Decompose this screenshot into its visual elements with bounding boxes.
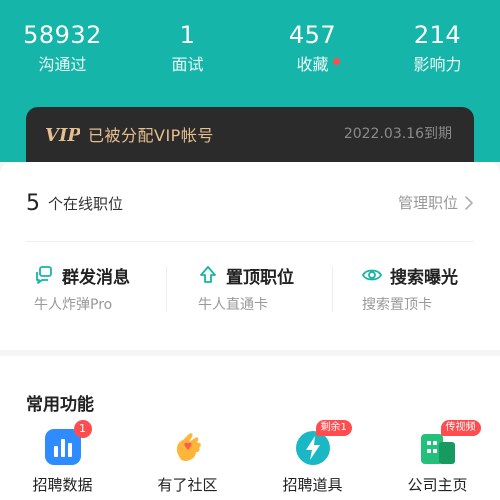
function-icon-wrap: 1 xyxy=(42,420,92,468)
stat-label: 影响力 xyxy=(413,55,462,74)
stat-label: 沟通过 xyxy=(38,55,87,74)
function-recruit-tools[interactable]: 剩余1 招聘道具 xyxy=(250,420,375,500)
manage-label: 管理职位 xyxy=(397,194,458,212)
unread-dot xyxy=(332,58,340,65)
positions-count: 5 xyxy=(26,190,40,216)
chevron-right-icon xyxy=(465,195,473,210)
action-subtitle: 牛人直通卡 xyxy=(198,297,268,313)
pin-top-icon xyxy=(200,266,216,283)
positions-label: 个在线职位 xyxy=(48,194,124,213)
function-icon-wrap: 剩余1 xyxy=(292,420,352,468)
stat-favorites[interactable]: 457 收藏 xyxy=(250,20,375,84)
stat-communicated[interactable]: 58932 沟通过 xyxy=(0,20,125,84)
notification-badge: 1 xyxy=(73,420,92,438)
action-search-exposure[interactable]: 搜索曝光 搜索置顶卡 xyxy=(332,262,498,332)
divider xyxy=(26,241,474,242)
section-title: 常用功能 xyxy=(26,395,94,415)
action-title-text: 群发消息 xyxy=(62,267,130,288)
online-positions-row: 5 个在线职位 管理职位 xyxy=(26,188,474,218)
stat-label: 面试 xyxy=(171,55,204,74)
function-label: 招聘数据 xyxy=(32,476,93,494)
function-label: 招聘道具 xyxy=(282,476,343,494)
function-company-page[interactable]: 传视频 公司主页 xyxy=(375,420,500,500)
svg-text:VIP: VIP xyxy=(45,125,80,145)
action-title-text: 置顶职位 xyxy=(226,267,294,288)
function-icon-wrap: 传视频 xyxy=(417,420,481,468)
eye-icon xyxy=(362,269,382,281)
function-grid: 1 招聘数据 有了社区 剩余1 招聘道具 传视频 公司主页 xyxy=(0,420,500,500)
manage-positions-link[interactable]: 管理职位 xyxy=(398,192,474,213)
video-badge: 传视频 xyxy=(440,420,481,436)
stat-value: 214 xyxy=(413,21,462,49)
function-recruit-data[interactable]: 1 招聘数据 xyxy=(0,420,125,500)
stat-influence[interactable]: 214 影响力 xyxy=(375,20,500,84)
stat-interview[interactable]: 1 面试 xyxy=(125,20,250,84)
function-community[interactable]: 有了社区 xyxy=(125,426,250,500)
action-title: 群发消息 xyxy=(34,262,166,288)
common-functions-card: 常用功能 1 招聘数据 有了社区 剩余1 招聘道具 传视频 公司主页 xyxy=(0,356,500,500)
function-label: 有了社区 xyxy=(157,476,218,494)
vip-status-text: 已被分配VIP帐号 xyxy=(88,126,214,145)
stats-row: 58932 沟通过 1 面试 457 收藏 214 影响力 xyxy=(0,20,500,84)
vip-expiry-date: 2022.03.16到期 xyxy=(343,126,452,142)
stat-value: 1 xyxy=(179,21,196,49)
vip-row: VIP 已被分配VIP帐号 2022.03.16到期 xyxy=(26,121,474,147)
remaining-badge: 剩余1 xyxy=(315,420,352,436)
stat-label-wrap: 收藏 xyxy=(296,50,340,76)
stat-value: 58932 xyxy=(23,21,102,49)
action-broadcast-message[interactable]: 群发消息 牛人炸弹Pro xyxy=(0,262,166,332)
function-icon-wrap xyxy=(167,426,209,468)
stat-label: 收藏 xyxy=(296,55,329,74)
message-icon xyxy=(36,266,52,284)
hand-heart-icon xyxy=(176,433,201,461)
function-label: 公司主页 xyxy=(407,476,468,494)
stat-value: 457 xyxy=(288,21,337,49)
quick-actions: 群发消息 牛人炸弹Pro 置顶职位 牛人直通卡 搜索曝光 搜索置顶卡 xyxy=(0,262,500,332)
positions-card: 5 个在线职位 管理职位 群发消息 牛人炸弹Pro 置顶职位 牛人直通卡 搜索曝… xyxy=(0,162,500,350)
action-title: 搜索曝光 xyxy=(362,262,498,288)
action-title: 置顶职位 xyxy=(198,262,332,288)
action-subtitle: 牛人炸弹Pro xyxy=(34,297,113,313)
action-title-text: 搜索曝光 xyxy=(390,267,458,288)
action-pin-position[interactable]: 置顶职位 牛人直通卡 xyxy=(166,262,332,332)
action-subtitle: 搜索置顶卡 xyxy=(362,297,432,313)
vip-logo: VIP xyxy=(45,125,80,145)
